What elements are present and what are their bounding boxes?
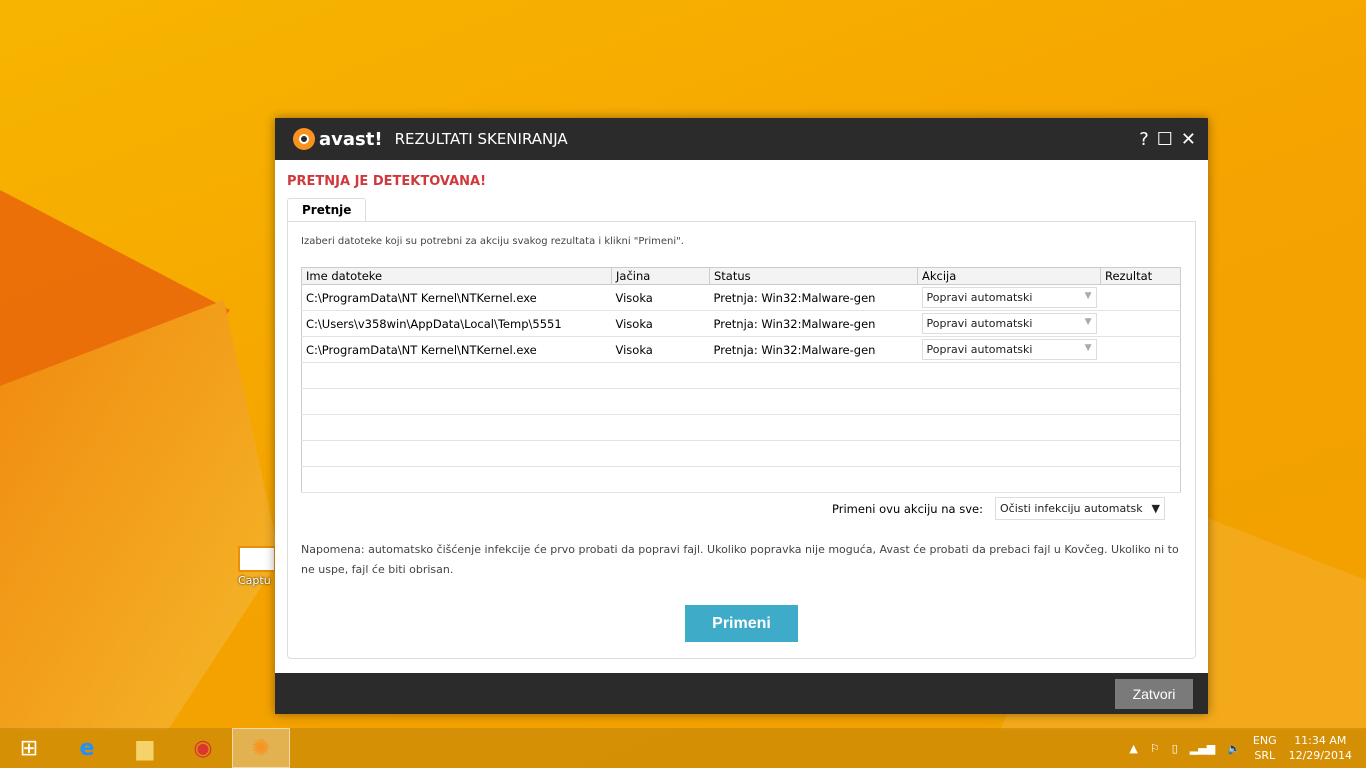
chevron-down-icon: ▼	[1084, 343, 1092, 353]
action-value: Popravi automatski	[926, 291, 1033, 304]
logo-text: avast!	[319, 128, 383, 150]
window-title: REZULTATI SKENIRANJA	[394, 130, 568, 148]
result-cell	[1100, 284, 1181, 311]
avast-icon: ✺	[251, 735, 271, 761]
empty-cell	[301, 414, 1181, 441]
empty-cell	[301, 362, 1181, 389]
avast-scan-results-window: avast! REZULTATI SKENIRANJA ? ☐ ✕ PRETNJ…	[275, 118, 1208, 714]
file-cell: C:\ProgramData\NT Kernel\NTKernel.exe	[301, 336, 612, 363]
file-cell: C:\Users\v358win\AppData\Local\Temp\5551	[301, 310, 612, 337]
instructions: Izaberi datoteke koji su potrebni za akc…	[301, 236, 684, 247]
taskbar-ie[interactable]: e	[58, 728, 116, 768]
help-button[interactable]: ?	[1139, 129, 1149, 150]
empty-row	[301, 440, 1181, 467]
action-cell: Popravi automatski ▼	[917, 336, 1101, 363]
windows-icon: ⊞	[19, 735, 39, 761]
volume-icon[interactable]: 🔈	[1227, 742, 1241, 755]
maximize-button[interactable]: ☐	[1157, 129, 1173, 150]
threats-table: Ime datoteke Jačina Status Akcija Rezult…	[301, 267, 1181, 493]
apply-button[interactable]: Primeni	[685, 605, 798, 642]
result-cell	[1100, 336, 1181, 363]
col-severity[interactable]: Jačina	[611, 267, 710, 285]
language-indicator[interactable]: ENG SRL	[1253, 733, 1277, 763]
severity-cell: Visoka	[611, 310, 710, 337]
table-row[interactable]: C:\Users\v358win\AppData\Local\Temp\5551…	[301, 310, 1181, 337]
network-icon[interactable]: ▂▄▆	[1190, 742, 1215, 755]
severity-cell: Visoka	[611, 336, 710, 363]
avast-logo: avast!	[293, 128, 383, 150]
file-icon	[238, 546, 276, 572]
action-cell: Popravi automatski ▼	[917, 284, 1101, 311]
col-result[interactable]: Rezultat	[1100, 267, 1181, 285]
note-text: Napomena: automatsko čišćenje infekcije …	[301, 543, 1179, 576]
close-button[interactable]: ✕	[1181, 129, 1196, 150]
table-row[interactable]: C:\ProgramData\NT Kernel\NTKernel.exe Vi…	[301, 336, 1181, 363]
col-file[interactable]: Ime datoteke	[301, 267, 612, 285]
avast-logo-icon	[293, 128, 315, 150]
taskbar-avast[interactable]: ✺	[232, 728, 290, 768]
empty-row	[301, 414, 1181, 441]
table-row[interactable]: C:\ProgramData\NT Kernel\NTKernel.exe Vi…	[301, 284, 1181, 311]
col-status[interactable]: Status	[709, 267, 918, 285]
empty-cell	[301, 440, 1181, 467]
status-cell: Pretnja: Win32:Malware-gen	[709, 310, 918, 337]
empty-row	[301, 466, 1181, 493]
status-cell: Pretnja: Win32:Malware-gen	[709, 284, 918, 311]
file-cell: C:\ProgramData\NT Kernel\NTKernel.exe	[301, 284, 612, 311]
threat-headline: PRETNJA JE DETEKTOVANA!	[287, 174, 487, 189]
threats-panel: Izaberi datoteke koji su potrebni za akc…	[287, 221, 1196, 659]
action-cell: Popravi automatski ▼	[917, 310, 1101, 337]
start-button[interactable]: ⊞	[0, 728, 58, 768]
lang-primary: ENG	[1252, 734, 1277, 747]
system-tray: ▲ ⚐ ▯ ▂▄▆ 🔈 ENG SRL 11:34 AM 12/29/2014	[1129, 733, 1366, 763]
taskbar-explorer[interactable]: ▆	[116, 728, 174, 768]
result-cell	[1100, 310, 1181, 337]
empty-cell	[301, 388, 1181, 415]
tab-pretnje[interactable]: Pretnje	[287, 198, 367, 222]
folder-icon: ▆	[136, 735, 154, 761]
window-footer: Zatvori	[275, 673, 1208, 714]
title-bar: avast! REZULTATI SKENIRANJA ? ☐ ✕	[275, 118, 1208, 160]
battery-icon[interactable]: ▯	[1172, 742, 1178, 755]
action-select[interactable]: Popravi automatski ▼	[921, 313, 1097, 334]
clock[interactable]: 11:34 AM 12/29/2014	[1289, 733, 1352, 763]
chrome-icon: ◉	[193, 735, 213, 761]
action-value: Popravi automatski	[926, 317, 1033, 330]
chevron-down-icon: ▼	[1151, 502, 1160, 515]
internet-explorer-icon: e	[79, 735, 95, 761]
severity-cell: Visoka	[611, 284, 710, 311]
col-action[interactable]: Akcija	[917, 267, 1101, 285]
clock-date: 12/29/2014	[1288, 749, 1352, 762]
empty-cell	[301, 466, 1181, 493]
lang-secondary: SRL	[1254, 749, 1276, 762]
chevron-down-icon: ▼	[1084, 317, 1092, 327]
chevron-down-icon: ▼	[1084, 291, 1092, 301]
apply-all-select[interactable]: Očisti infekciju automatsk ▼	[995, 497, 1165, 520]
action-select[interactable]: Popravi automatski ▼	[921, 287, 1097, 308]
desktop-icon-label: Captu	[238, 574, 271, 587]
action-select[interactable]: Popravi automatski ▼	[921, 339, 1097, 360]
taskbar: ⊞ e ▆ ◉ ✺ ▲ ⚐ ▯ ▂▄▆ 🔈 ENG SRL 11:34 AM 12/…	[0, 728, 1366, 768]
close-window-button[interactable]: Zatvori	[1115, 679, 1193, 709]
apply-all-label: Primeni ovu akciju na sve:	[832, 501, 983, 516]
flag-icon[interactable]: ⚐	[1150, 742, 1160, 755]
status-cell: Pretnja: Win32:Malware-gen	[709, 336, 918, 363]
clock-time: 11:34 AM	[1294, 734, 1347, 747]
action-value: Popravi automatski	[926, 343, 1033, 356]
empty-row	[301, 362, 1181, 389]
taskbar-chrome[interactable]: ◉	[174, 728, 232, 768]
apply-all-value: Očisti infekciju automatsk	[1000, 502, 1143, 515]
empty-row	[301, 388, 1181, 415]
show-hidden-icons[interactable]: ▲	[1129, 742, 1137, 755]
desktop-icon-capture[interactable]: Captu	[238, 546, 278, 587]
